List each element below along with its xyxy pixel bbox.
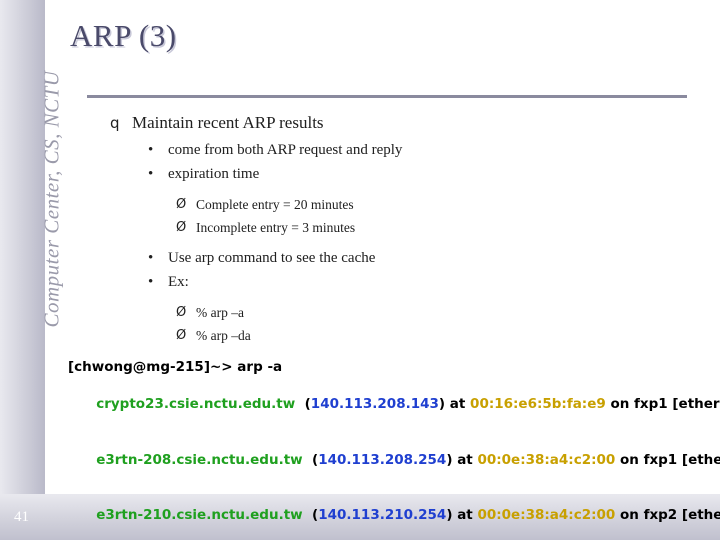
- outline-item-level1: q Maintain recent ARP results: [110, 112, 700, 134]
- arrow-bullet-icon: Ø: [176, 220, 187, 235]
- outline-item-level3: Ø % arp –a: [110, 303, 700, 323]
- square-bullet-icon: q: [110, 114, 120, 132]
- outline-item-text: % arp –a: [196, 305, 244, 320]
- outline-item-text: Use arp command to see the cache: [168, 250, 376, 266]
- outline-item-text: Incomplete entry = 3 minutes: [196, 220, 356, 235]
- arp-ip: 140.113.208.254: [318, 451, 447, 468]
- dot-bullet-icon: •: [148, 274, 154, 290]
- arp-at-label: ) at: [438, 396, 471, 412]
- page-number: 41: [14, 509, 29, 525]
- title-divider: [87, 95, 687, 98]
- page-title: ARP (3): [70, 18, 177, 53]
- dot-bullet-icon: •: [148, 142, 154, 158]
- arrow-bullet-icon: Ø: [176, 328, 187, 343]
- outline-item-text: Complete entry = 20 minutes: [196, 197, 354, 212]
- arrow-bullet-icon: Ø: [176, 305, 187, 320]
- outline-item-text: expiration time: [168, 166, 260, 182]
- outline-item-text: % arp –da: [196, 328, 251, 343]
- arp-entry-row: e3rtn-210.csie.nctu.edu.tw (140.113.210.…: [68, 488, 720, 540]
- arp-gap: [303, 507, 312, 523]
- arp-mac: 00:0e:38:a4:c2:00: [477, 507, 616, 523]
- terminal-output-block: [chwong@mg-215]~> arp -a crypto23.csie.n…: [68, 358, 720, 540]
- arp-at-label: ) at: [446, 451, 478, 468]
- arp-mac: 00:16:e6:5b:fa:e9: [470, 396, 606, 412]
- arp-at-label: ) at: [446, 507, 478, 523]
- arrow-bullet-icon: Ø: [176, 197, 187, 212]
- outline-item-level3: Ø % arp –da: [110, 326, 700, 346]
- arp-host: crypto23.csie.nctu.edu.tw: [96, 396, 296, 412]
- outline-item-level2: • Ex:: [110, 272, 700, 293]
- dot-bullet-icon: •: [148, 250, 154, 266]
- outline-item-text: come from both ARP request and reply: [168, 142, 403, 158]
- arp-host: e3rtn-208.csie.nctu.edu.tw: [96, 451, 303, 468]
- arp-entry-row: crypto23.csie.nctu.edu.tw (140.113.208.1…: [68, 377, 720, 433]
- sidebar-vertical-label: Computer Center, CS, NCTU: [39, 70, 64, 328]
- arp-mac: 00:0e:38:a4:c2:00: [477, 451, 616, 468]
- outline-item-level2: • expiration time: [110, 164, 700, 185]
- outline-item-text: Maintain recent ARP results: [132, 113, 324, 132]
- slide: Computer Center, CS, NCTU 41 ARP (3) q M…: [0, 0, 720, 540]
- arp-host: e3rtn-210.csie.nctu.edu.tw: [96, 507, 303, 523]
- arp-gap: [295, 396, 304, 412]
- arp-interface: on fxp1 [ethernet]: [619, 451, 720, 468]
- arp-entry-row: e3rtn-208.csie.nctu.edu.tw (140.113.208.…: [68, 432, 720, 488]
- terminal-prompt-line: [chwong@mg-215]~> arp -a: [68, 359, 283, 375]
- arp-interface: on fxp1 [ethernet]: [610, 396, 720, 412]
- outline-item-text: Ex:: [168, 274, 189, 290]
- outline-item-level3: Ø Complete entry = 20 minutes: [110, 195, 700, 215]
- arp-gap: [303, 452, 312, 468]
- dot-bullet-icon: •: [148, 166, 154, 182]
- arp-ip: 140.113.210.254: [318, 507, 447, 523]
- outline-content: q Maintain recent ARP results • come fro…: [110, 112, 700, 349]
- arp-ip: 140.113.208.143: [310, 396, 439, 412]
- outline-item-level2: • Use arp command to see the cache: [110, 248, 700, 269]
- outline-item-level2: • come from both ARP request and reply: [110, 140, 700, 161]
- outline-item-level3: Ø Incomplete entry = 3 minutes: [110, 218, 700, 238]
- arp-interface: on fxp2 [ethernet]: [619, 507, 720, 523]
- left-sidebar-band: Computer Center, CS, NCTU: [0, 0, 64, 540]
